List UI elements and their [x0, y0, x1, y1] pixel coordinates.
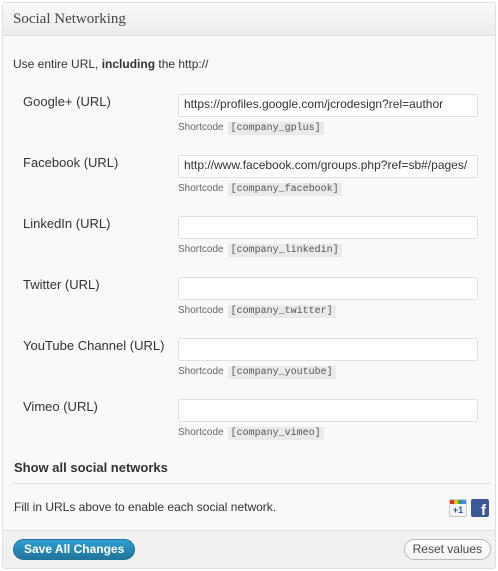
linkedin-label: LinkedIn (URL) — [23, 216, 111, 231]
intro-after: the http:// — [155, 57, 209, 71]
facebook-shortcode: Shortcode [company_facebook] — [178, 183, 342, 196]
social-networking-panel: Social Networking Use entire URL, includ… — [2, 2, 496, 569]
field-row-facebook: Facebook (URL) http://www.facebook.com/g… — [3, 155, 495, 215]
youtube-label: YouTube Channel (URL) — [23, 338, 165, 353]
facebook-icon-text: f — [481, 502, 486, 519]
gplus-shortcode-code: [company_gplus] — [227, 122, 324, 135]
panel-header: Social Networking — [3, 3, 495, 36]
vimeo-url-input[interactable] — [178, 399, 478, 422]
field-row-linkedin: LinkedIn (URL) Shortcode [company_linkedi… — [3, 216, 495, 276]
vimeo-shortcode-code: [company_vimeo] — [227, 427, 324, 440]
intro-text: Use entire URL, including the http:// — [13, 57, 208, 71]
field-row-youtube: YouTube Channel (URL) Shortcode [company_… — [3, 338, 495, 398]
linkedin-shortcode: Shortcode [company_linkedin] — [178, 244, 342, 257]
facebook-shortcode-code: [company_facebook] — [227, 183, 342, 196]
google-plus-icon-text: +1 — [452, 505, 464, 515]
twitter-shortcode: Shortcode [company_twitter] — [178, 305, 336, 318]
panel-footer: Save All Changes Reset values — [3, 530, 495, 568]
youtube-url-input[interactable] — [178, 338, 478, 361]
facebook-icon: f — [471, 499, 489, 519]
twitter-url-input[interactable] — [178, 277, 478, 300]
twitter-shortcode-code: [company_twitter] — [227, 305, 336, 318]
save-all-changes-button[interactable]: Save All Changes — [13, 539, 136, 560]
facebook-label: Facebook (URL) — [23, 155, 119, 170]
linkedin-url-input[interactable] — [178, 216, 478, 239]
field-row-gplus: Google+ (URL) https://profiles.google.co… — [3, 94, 495, 154]
gplus-label: Google+ (URL) — [23, 94, 111, 109]
twitter-label: Twitter (URL) — [23, 277, 100, 292]
shortcode-label: Shortcode — [178, 366, 224, 377]
vimeo-shortcode: Shortcode [company_vimeo] — [178, 427, 324, 440]
facebook-url-input[interactable]: http://www.facebook.com/groups.php?ref=s… — [178, 155, 478, 178]
youtube-shortcode: Shortcode [company_youtube] — [178, 366, 336, 379]
linkedin-shortcode-code: [company_linkedin] — [227, 244, 342, 257]
reset-values-button[interactable]: Reset values — [403, 539, 491, 560]
shortcode-label: Shortcode — [178, 427, 224, 438]
shortcode-label: Shortcode — [178, 122, 224, 133]
vimeo-label: Vimeo (URL) — [23, 399, 98, 414]
google-plus-icon: +1 — [449, 499, 467, 517]
enable-hint-text: Fill in URLs above to enable each social… — [14, 500, 277, 514]
show-all-social-networks-toggle[interactable]: Show all social networks — [14, 460, 168, 475]
shortcode-label: Shortcode — [178, 305, 224, 316]
intro-before: Use entire URL, — [13, 57, 102, 71]
field-row-vimeo: Vimeo (URL) Shortcode [company_vimeo] — [3, 399, 495, 459]
panel-title: Social Networking — [13, 11, 126, 27]
gplus-shortcode: Shortcode [company_gplus] — [178, 122, 324, 135]
shortcode-label: Shortcode — [178, 183, 224, 194]
field-row-twitter: Twitter (URL) Shortcode [company_twitter] — [3, 277, 495, 337]
youtube-shortcode-code: [company_youtube] — [227, 366, 336, 379]
gplus-url-input[interactable]: https://profiles.google.com/jcrodesign?r… — [178, 94, 478, 117]
intro-bold: including — [101, 57, 156, 71]
divider — [13, 483, 491, 484]
shortcode-label: Shortcode — [178, 244, 224, 255]
